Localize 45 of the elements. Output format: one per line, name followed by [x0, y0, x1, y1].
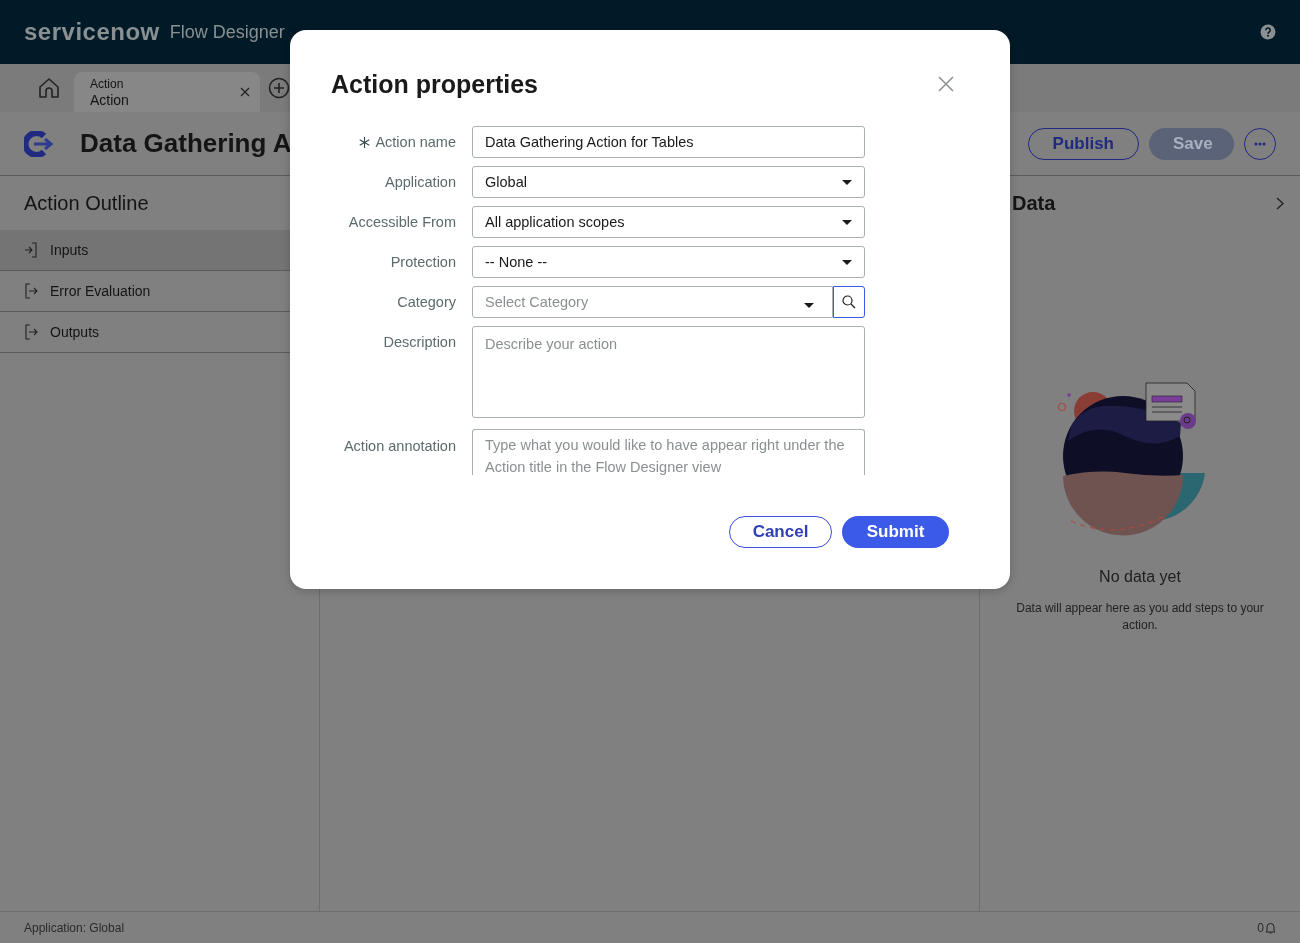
add-icon[interactable]	[268, 77, 290, 99]
field-label: Application	[385, 174, 456, 190]
field-label: Description	[383, 334, 456, 350]
empty-state-title: No data yet	[1099, 568, 1181, 586]
field-label: Action name	[375, 134, 456, 150]
search-icon	[842, 295, 856, 309]
text-area[interactable]: Type what you would like to have appear right under the Action title in the Flow Designer view	[472, 429, 865, 475]
outline-title: Action Outline	[23, 191, 150, 216]
product-name: Flow Designer	[169, 21, 285, 43]
text-area[interactable]: Describe your action	[472, 326, 865, 418]
help-icon[interactable]	[1260, 24, 1276, 40]
panel-title: Data	[1012, 192, 1056, 215]
dropdown-field[interactable]: Select Category	[472, 286, 833, 318]
status-text: Application: Global	[24, 920, 125, 935]
action-icon	[24, 130, 56, 157]
search-button[interactable]	[833, 286, 865, 318]
caret-icon	[842, 179, 852, 185]
dropdown-field[interactable]: -- None --	[472, 246, 865, 278]
dropdown-field[interactable]: Global	[472, 166, 865, 198]
empty-state-text: Data will appear here as you add steps to your action.	[1015, 600, 1265, 634]
close-icon[interactable]	[240, 87, 250, 97]
field-label: Category	[397, 294, 456, 310]
close-icon[interactable]	[938, 76, 954, 92]
field-label: Action annotation	[343, 438, 456, 454]
action-title: Data Gathering A	[80, 128, 292, 159]
home-icon[interactable]	[38, 77, 60, 99]
field-label: Protection	[390, 254, 456, 270]
submit-button[interactable]: Submit	[842, 516, 949, 548]
input-icon	[24, 242, 38, 258]
output-icon	[24, 324, 38, 340]
caret-icon	[842, 259, 852, 265]
notification-count: 0	[1257, 920, 1264, 935]
chevron-right-icon[interactable]	[1276, 197, 1284, 210]
caret-icon	[804, 302, 814, 308]
more-icon	[1254, 141, 1266, 146]
brand-logo: servicenow	[24, 18, 160, 46]
bell-icon[interactable]	[1265, 921, 1276, 934]
dropdown-field[interactable]: All application scopes	[472, 206, 865, 238]
dialog-title: Action properties	[331, 69, 538, 99]
field-label: Accessible From	[348, 214, 456, 230]
caret-icon	[842, 219, 852, 225]
cancel-button[interactable]: Cancel	[729, 516, 832, 548]
output-icon	[24, 283, 38, 299]
editor-tab[interactable]: Action Action	[74, 72, 260, 112]
text-field[interactable]: Data Gathering Action for Tables	[472, 126, 865, 158]
